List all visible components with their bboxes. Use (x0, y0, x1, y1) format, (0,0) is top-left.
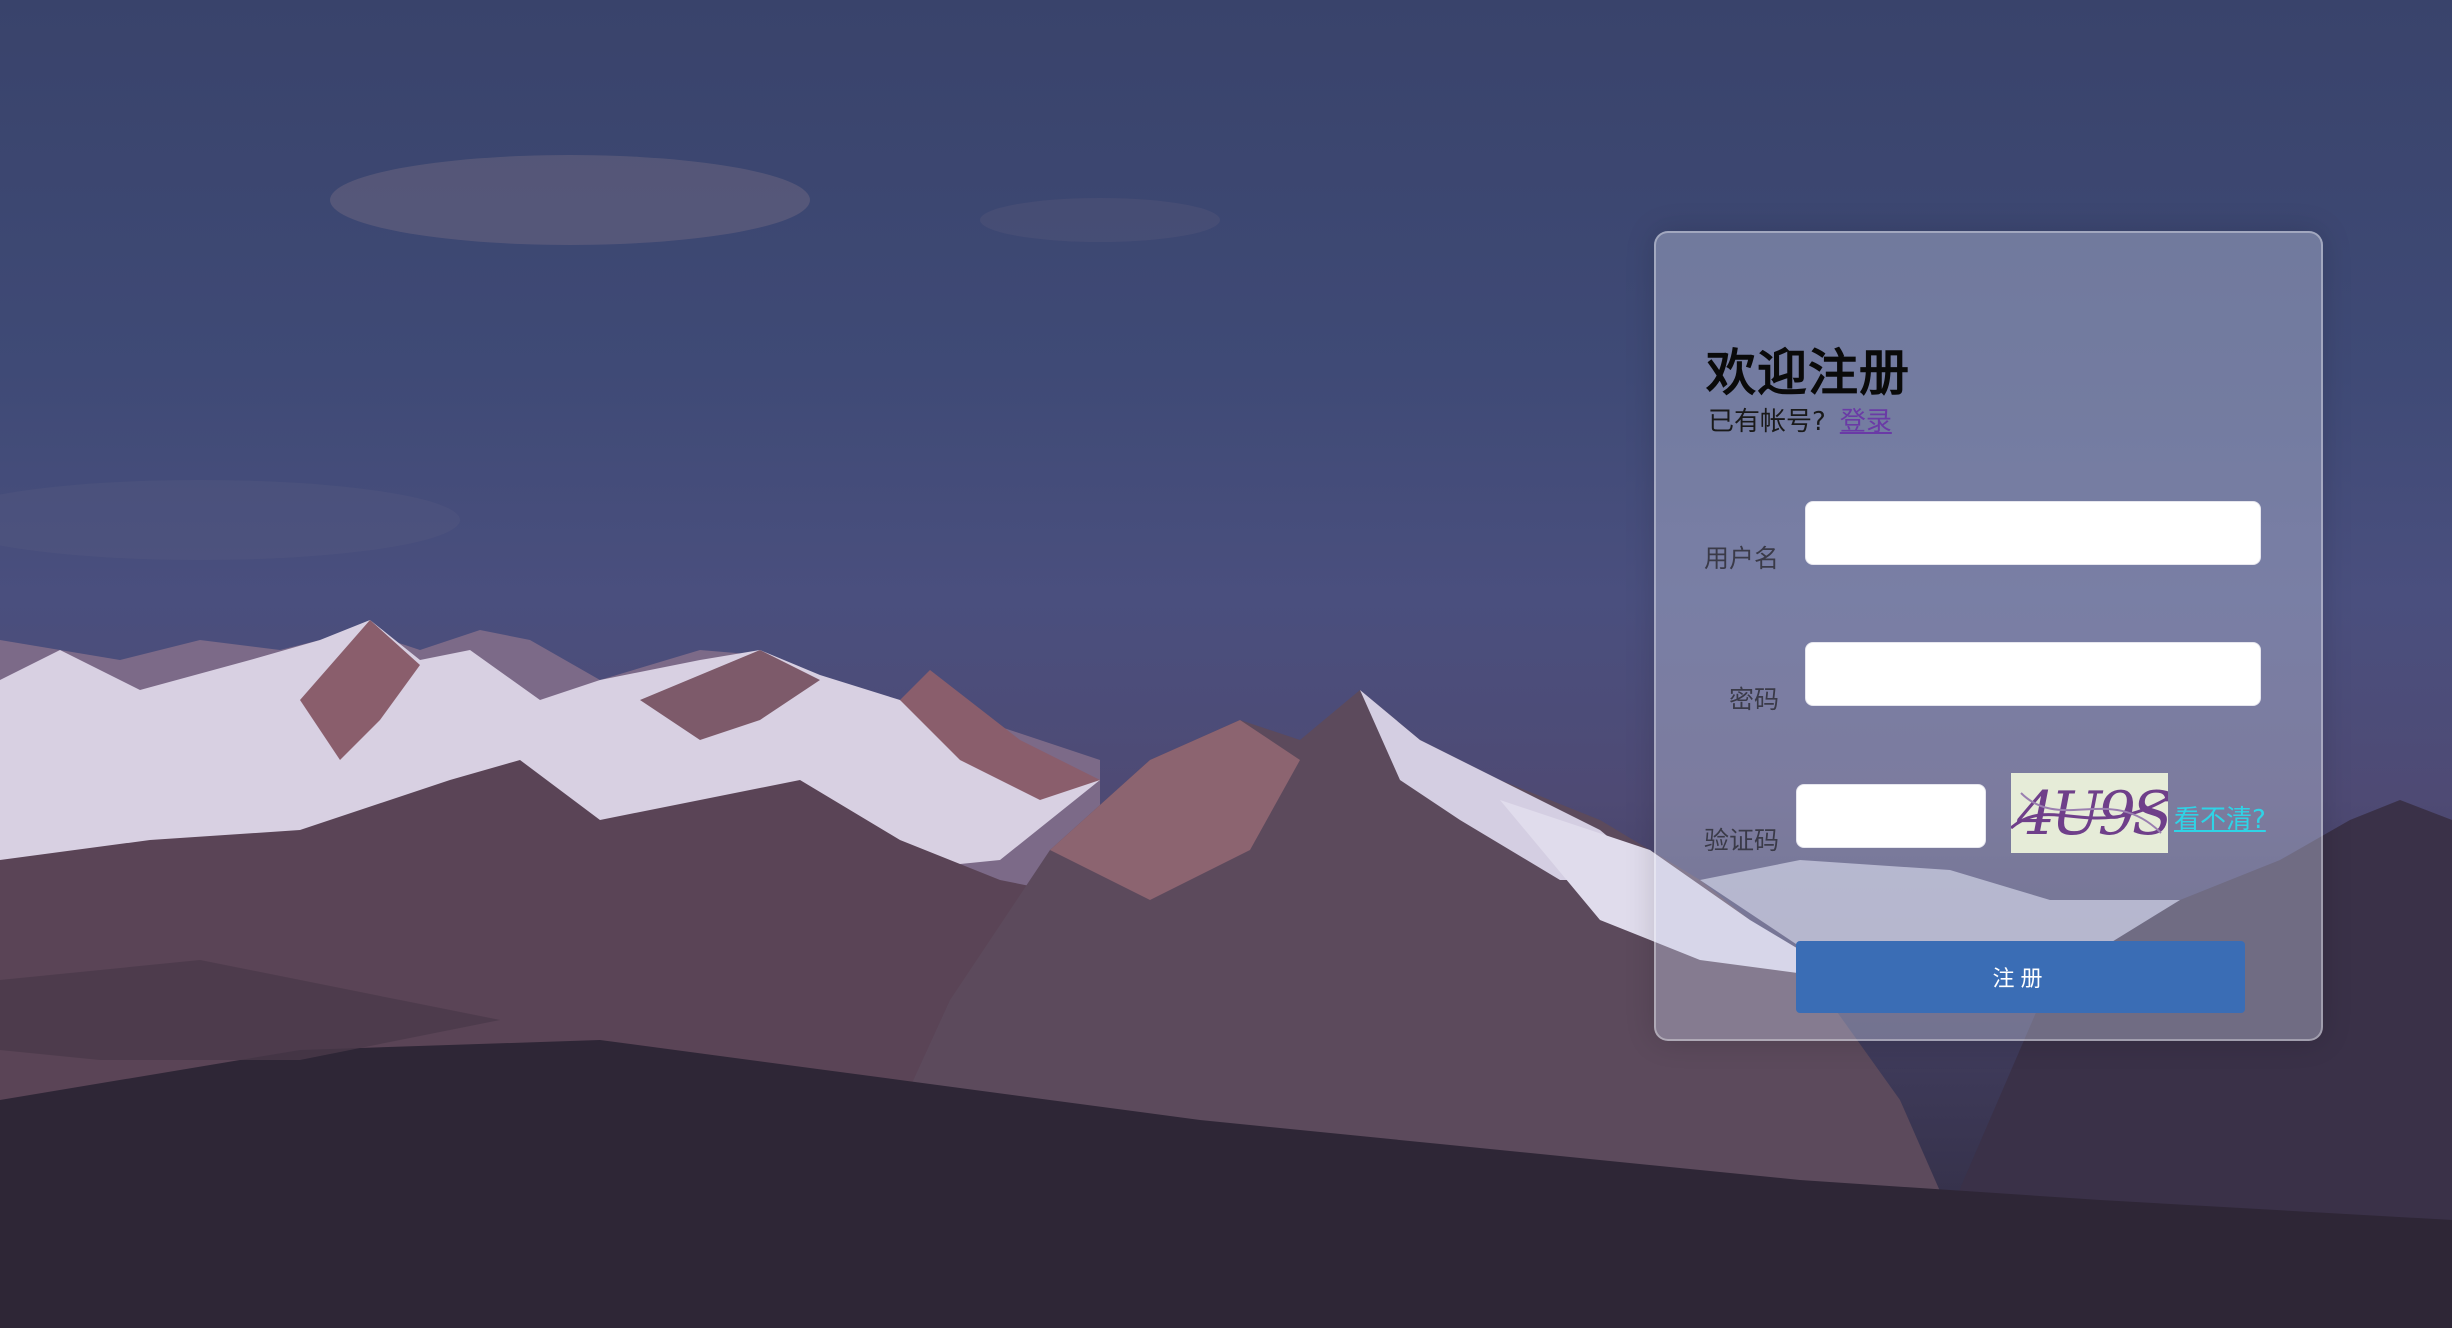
page-title: 欢迎注册 (1706, 344, 1910, 402)
register-card: 欢迎注册 已有帐号? 登录 用户名 密码 验证码 4U9SH 看不清? 注册 (1654, 231, 2323, 1041)
username-input[interactable] (1805, 501, 2261, 565)
password-input[interactable] (1805, 642, 2261, 706)
username-label: 用户名 (1704, 544, 1780, 573)
have-account-line: 已有帐号? 登录 (1708, 401, 1892, 438)
captcha-noise (2011, 792, 2168, 834)
password-label: 密码 (1729, 685, 1780, 714)
login-link[interactable]: 登录 (1840, 407, 1892, 437)
register-button[interactable]: 注册 (1796, 941, 2245, 1013)
have-account-text: 已有帐号? (1708, 407, 1826, 437)
captcha-image[interactable]: 4U9SH (2011, 773, 2168, 853)
captcha-input[interactable] (1796, 784, 1986, 848)
captcha-label: 验证码 (1704, 826, 1780, 855)
refresh-captcha-link[interactable]: 看不清? (2174, 799, 2266, 836)
